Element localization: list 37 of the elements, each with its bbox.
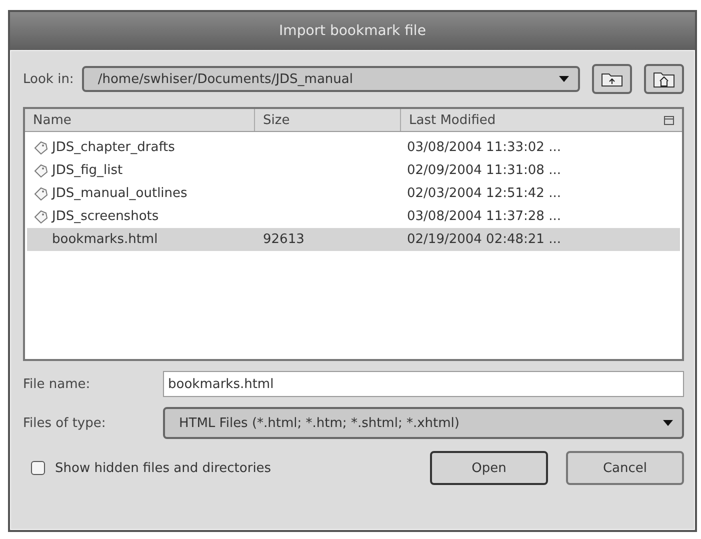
file-name-cell: JDS_chapter_drafts	[52, 140, 175, 155]
show-hidden-checkbox[interactable]	[31, 461, 45, 475]
look-in-label: Look in:	[23, 72, 74, 86]
file-row[interactable]: JDS_fig_list 02/09/2004 11:31:08 ...	[27, 159, 680, 182]
caret-icon	[662, 419, 674, 427]
file-name-cell: JDS_screenshots	[52, 209, 159, 224]
file-type-dropdown[interactable]: HTML Files (*.html; *.htm; *.shtml; *.xhtml)	[163, 407, 684, 439]
modified-cell: 02/03/2004 12:51:42 ...	[407, 186, 561, 201]
folder-up-icon	[601, 71, 623, 87]
look-in-dropdown[interactable]: /home/swhiser/Documents/JDS_manual	[82, 66, 580, 92]
file-row[interactable]: JDS_manual_outlines 02/03/2004 12:51:42 ...	[27, 182, 680, 205]
column-header[interactable]: Last Modified	[401, 109, 656, 131]
home-folder-button[interactable]	[644, 64, 684, 94]
file-size-cell: 92613	[263, 232, 304, 247]
file-name-cell: bookmarks.html	[52, 232, 158, 247]
modified-cell: 03/08/2004 11:37:28 ...	[407, 209, 561, 224]
file-name-label: File name:	[23, 376, 92, 392]
file-name-field[interactable]: bookmarks.html	[163, 371, 684, 397]
modified-cell: 03/08/2004 11:33:02 ...	[407, 140, 561, 155]
modified-cell: 02/09/2004 11:31:08 ...	[407, 163, 561, 178]
modified-cell: 02/19/2004 02:48:21 ...	[407, 232, 561, 247]
up-folder-button[interactable]	[592, 64, 632, 94]
cancel-button[interactable]: Cancel	[566, 451, 684, 485]
folder-home-icon	[653, 70, 675, 88]
column-header[interactable]: Name	[25, 109, 255, 131]
show-hidden-label: Show hidden files and directories	[55, 460, 272, 476]
column-menu-icon[interactable]	[664, 116, 674, 124]
file-row[interactable]: JDS_screenshots 03/08/2004 11:37:28 ...	[27, 205, 680, 228]
window-title: Import bookmark file	[279, 23, 426, 39]
file-name-cell: JDS_fig_list	[52, 163, 123, 178]
file-name-cell: JDS_manual_outlines	[52, 186, 188, 201]
file-type-label: Files of type:	[23, 416, 107, 430]
open-button[interactable]: Open	[430, 451, 548, 485]
file-row[interactable]: bookmarks.html 92613 02/19/2004 02:48:21 ...	[27, 228, 680, 251]
column-header[interactable]: Size	[255, 109, 401, 131]
file-row[interactable]: JDS_chapter_drafts 03/08/2004 11:33:02 ...	[27, 136, 680, 159]
caret-icon	[558, 75, 570, 83]
